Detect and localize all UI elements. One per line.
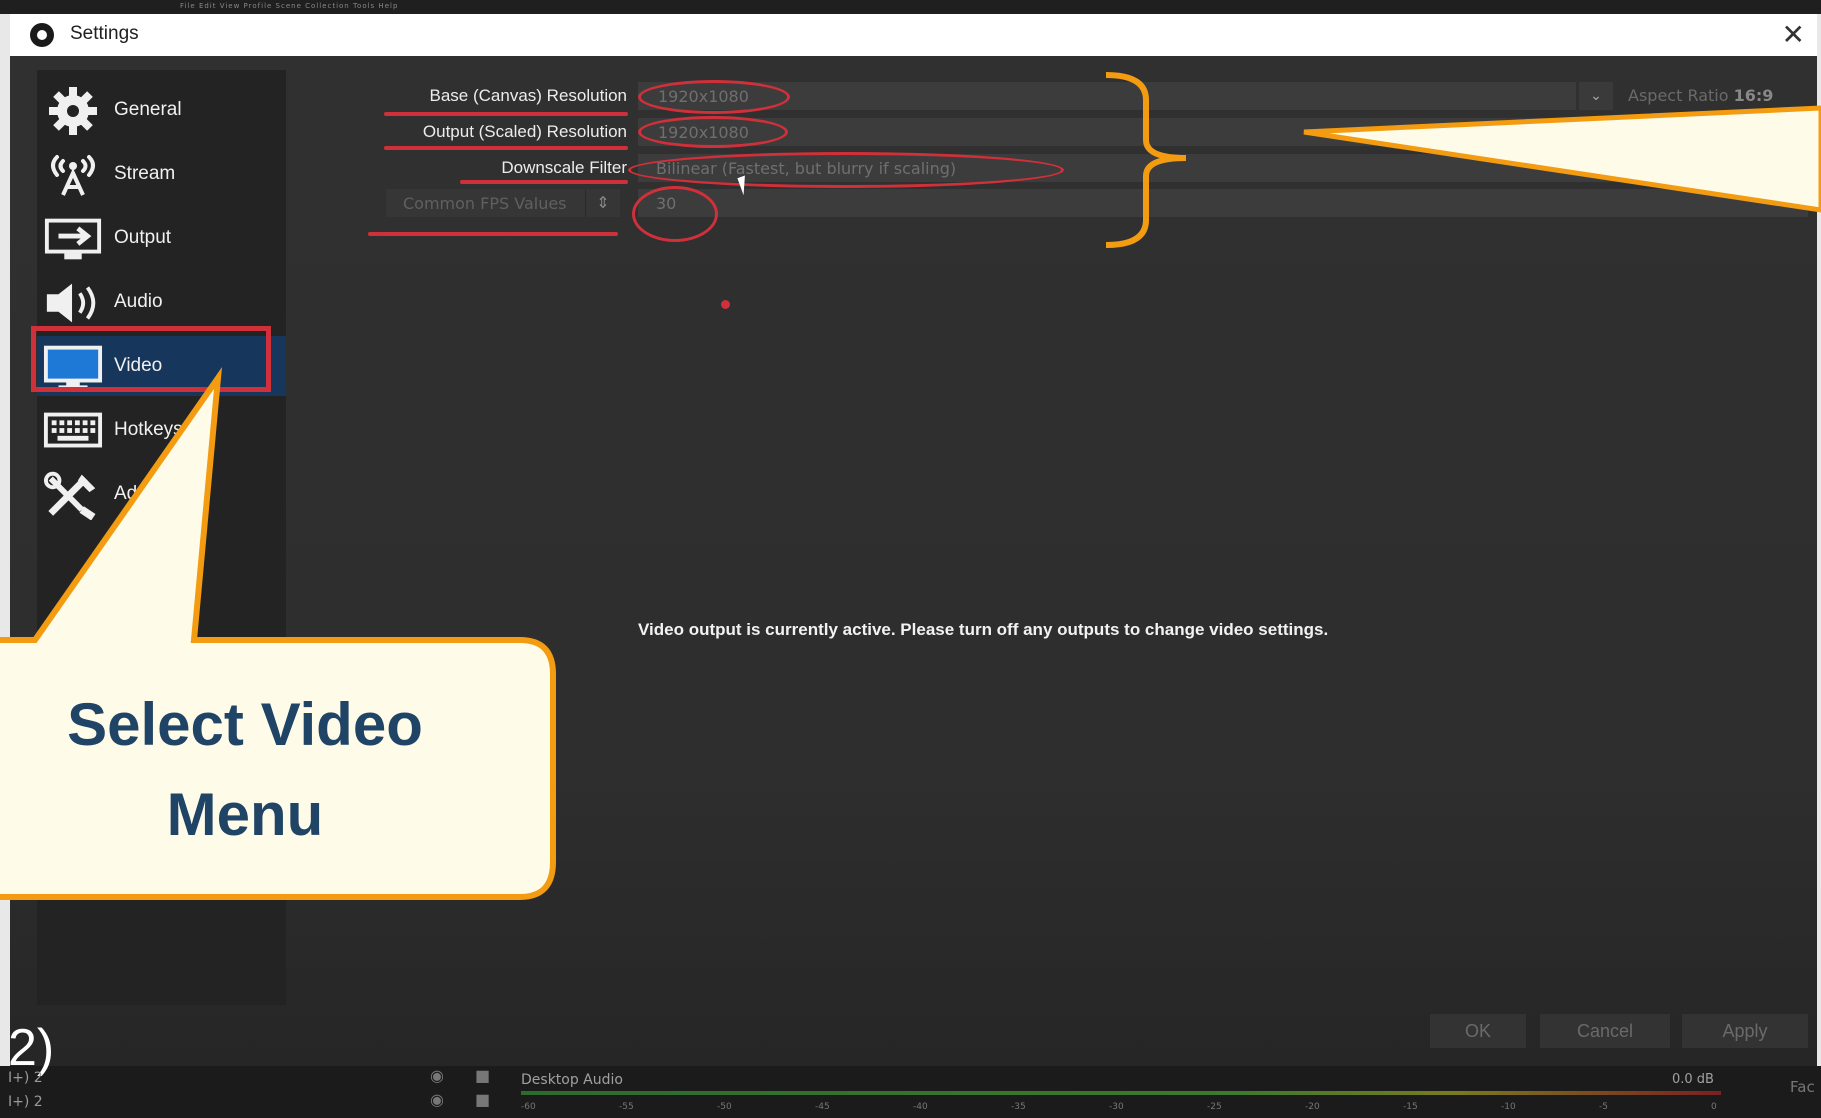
annotation-overlay bbox=[0, 72, 1821, 900]
callout-text: Select Video Menu bbox=[0, 680, 490, 860]
orange-bracket bbox=[1105, 72, 1187, 248]
pointer-callout-shape bbox=[1303, 105, 1821, 213]
callout-line-1: Select Video bbox=[67, 691, 423, 758]
callout-line-2: Menu bbox=[166, 781, 324, 848]
